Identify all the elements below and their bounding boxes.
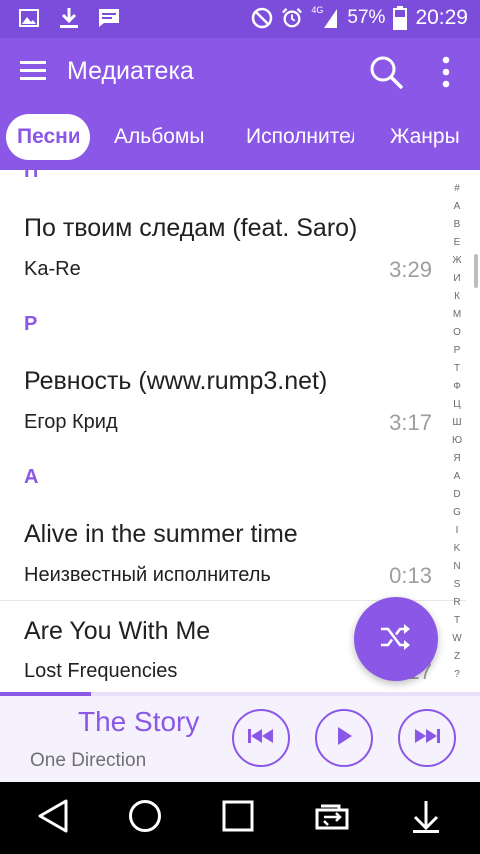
notification-pull-button[interactable] — [408, 800, 444, 836]
section-header: A — [24, 466, 39, 488]
song-duration: 3:17 — [389, 410, 432, 435]
tab-artists[interactable]: Исполнители — [246, 114, 354, 160]
next-icon — [414, 728, 440, 749]
tab-albums[interactable]: Альбомы — [114, 114, 208, 160]
pull-down-icon — [411, 799, 441, 838]
play-button[interactable] — [315, 709, 373, 767]
alphabet-index-letter[interactable]: Е — [454, 234, 461, 252]
gallery-icon — [18, 7, 40, 29]
play-icon — [335, 726, 353, 751]
alphabet-index-letter[interactable]: Z — [454, 648, 460, 666]
alphabet-index-letter[interactable]: T — [454, 612, 460, 630]
alphabet-index-letter[interactable]: N — [453, 558, 460, 576]
alphabet-index-letter[interactable]: R — [453, 594, 460, 612]
alphabet-index-letter[interactable]: Ц — [453, 396, 460, 414]
page-title: Медиатека — [67, 57, 194, 85]
alphabet-index-letter[interactable]: I — [456, 522, 459, 540]
song-title[interactable]: Alive in the summer time — [24, 520, 298, 549]
alphabet-index-letter[interactable]: В — [454, 216, 461, 234]
mini-player[interactable]: The Story One Direction — [0, 692, 480, 782]
song-title[interactable]: Ревность (www.rump3.net) — [24, 367, 327, 396]
section-header: П — [24, 170, 39, 182]
alphabet-index-letter[interactable]: D — [453, 486, 460, 504]
alphabet-index-letter[interactable]: О — [453, 324, 461, 342]
alphabet-index-letter[interactable]: Я — [453, 450, 460, 468]
more-options-icon[interactable] — [436, 54, 456, 90]
alarm-icon — [281, 7, 303, 29]
song-artist: Lost Frequencies — [24, 660, 178, 682]
tab-bar: Песни Альбомы Исполнители Жанры — [0, 104, 480, 170]
tab-songs[interactable]: Песни — [6, 114, 90, 160]
song-duration: 3:29 — [389, 257, 432, 282]
song-artist: Неизвестный исполнитель — [24, 564, 271, 586]
next-button[interactable] — [398, 709, 456, 767]
alphabet-index-letter[interactable]: # — [454, 180, 460, 198]
alphabet-index-letter[interactable]: А — [454, 198, 461, 216]
do-not-disturb-icon — [251, 7, 273, 29]
signal-icon: 4G — [311, 5, 339, 29]
now-playing-title[interactable]: The Story — [78, 706, 199, 738]
alphabet-index-letter[interactable]: S — [454, 576, 461, 594]
battery-icon — [393, 6, 408, 30]
previous-icon — [248, 728, 274, 749]
scrollbar[interactable] — [474, 254, 478, 288]
back-icon — [37, 799, 69, 838]
alphabet-index-letter[interactable]: ? — [454, 666, 460, 684]
alphabet-index-letter[interactable]: K — [454, 540, 461, 558]
alphabet-index-letter[interactable]: Ш — [452, 414, 461, 432]
download-icon — [58, 7, 80, 29]
switch-apps-button[interactable] — [314, 800, 350, 836]
song-duration: 0:13 — [389, 563, 432, 588]
clock: 20:29 — [415, 6, 468, 29]
battery-percent: 57% — [347, 7, 386, 28]
tab-genres[interactable]: Жанры — [390, 114, 480, 160]
home-button[interactable] — [127, 799, 163, 838]
song-artist: Егор Крид — [24, 411, 118, 433]
status-bar: 4G 57% 20:29 — [0, 0, 480, 38]
navigation-bar — [0, 782, 480, 854]
alphabet-index-letter[interactable]: W — [452, 630, 461, 648]
song-title[interactable]: Are You With Me — [24, 617, 210, 646]
search-icon[interactable] — [368, 54, 404, 90]
alphabet-index-letter[interactable]: М — [453, 306, 461, 324]
recents-button[interactable] — [220, 800, 256, 836]
alphabet-index-letter[interactable]: A — [454, 468, 461, 486]
app-bar: Медиатека — [0, 38, 480, 104]
alphabet-index-letter[interactable]: И — [453, 270, 460, 288]
alphabet-index-letter[interactable]: Ю — [452, 432, 462, 450]
alphabet-index-letter[interactable]: Ж — [452, 252, 461, 270]
menu-icon[interactable] — [20, 59, 46, 83]
progress-bar[interactable] — [0, 692, 480, 696]
back-button[interactable] — [35, 799, 71, 838]
alphabet-index-letter[interactable]: К — [454, 288, 460, 306]
now-playing-artist: One Direction — [30, 750, 147, 771]
alphabet-index-letter[interactable]: Ф — [453, 378, 461, 396]
shuffle-button[interactable] — [354, 597, 438, 681]
switch-apps-icon — [313, 800, 351, 837]
alphabet-index[interactable]: # А В Е Ж И К М О Р Т Ф Ц Ш Ю Я A D G I K N S R T W Z? — [448, 180, 466, 684]
song-title[interactable]: По твоим следам (feat. Saro) — [24, 214, 357, 243]
section-header: Р — [24, 313, 38, 335]
message-icon — [98, 7, 120, 29]
previous-button[interactable] — [232, 709, 290, 767]
recents-icon — [222, 800, 254, 837]
home-icon — [128, 799, 162, 838]
alphabet-index-letter[interactable]: Р — [454, 342, 461, 360]
song-artist: Ka-Re — [24, 258, 81, 280]
alphabet-index-letter[interactable]: G — [453, 504, 461, 522]
shuffle-icon — [379, 622, 413, 657]
progress-fill — [0, 692, 92, 696]
alphabet-index-letter[interactable]: Т — [454, 360, 460, 378]
